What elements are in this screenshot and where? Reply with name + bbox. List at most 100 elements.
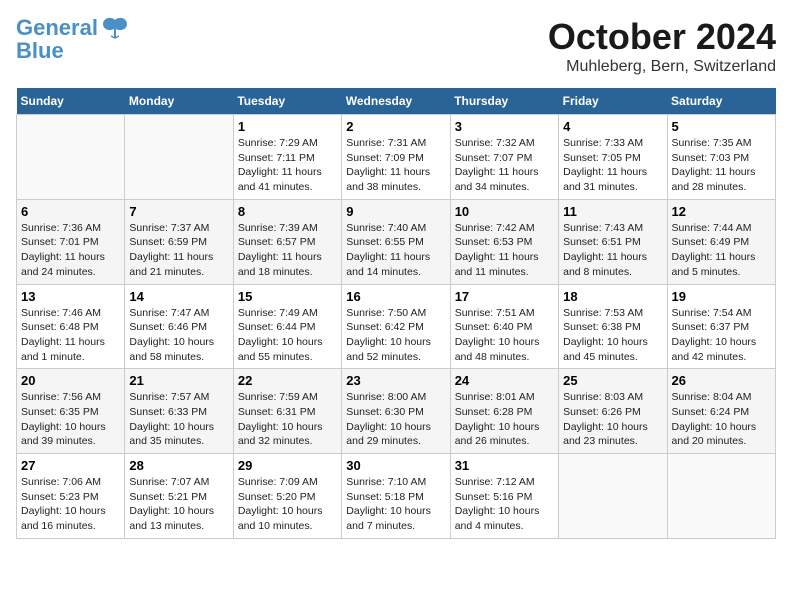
calendar-cell: 21 Sunrise: 7:57 AMSunset: 6:33 PMDayligh…: [125, 369, 233, 454]
calendar-cell: 3 Sunrise: 7:32 AMSunset: 7:07 PMDaylight…: [450, 115, 558, 200]
cell-info: Sunrise: 7:54 AMSunset: 6:37 PMDaylight:…: [672, 306, 771, 365]
cell-info: Sunrise: 7:06 AMSunset: 5:23 PMDaylight:…: [21, 475, 120, 534]
day-number: 10: [455, 204, 554, 219]
calendar-cell: 4 Sunrise: 7:33 AMSunset: 7:05 PMDaylight…: [559, 115, 667, 200]
cell-info: Sunrise: 7:56 AMSunset: 6:35 PMDaylight:…: [21, 390, 120, 449]
calendar-cell: 5 Sunrise: 7:35 AMSunset: 7:03 PMDaylight…: [667, 115, 775, 200]
day-number: 7: [129, 204, 228, 219]
cell-info: Sunrise: 7:31 AMSunset: 7:09 PMDaylight:…: [346, 136, 445, 195]
cell-info: Sunrise: 7:44 AMSunset: 6:49 PMDaylight:…: [672, 221, 771, 280]
calendar-cell: 25 Sunrise: 8:03 AMSunset: 6:26 PMDayligh…: [559, 369, 667, 454]
location: Muhleberg, Bern, Switzerland: [548, 58, 776, 76]
calendar-cell: 19 Sunrise: 7:54 AMSunset: 6:37 PMDayligh…: [667, 284, 775, 369]
logo-text: General: [16, 16, 98, 40]
day-number: 4: [563, 119, 662, 134]
day-number: 27: [21, 458, 120, 473]
day-number: 15: [238, 289, 337, 304]
cell-info: Sunrise: 7:33 AMSunset: 7:05 PMDaylight:…: [563, 136, 662, 195]
title-block: October 2024 Muhleberg, Bern, Switzerlan…: [548, 16, 776, 76]
day-number: 14: [129, 289, 228, 304]
week-row-3: 13 Sunrise: 7:46 AMSunset: 6:48 PMDayligh…: [17, 284, 776, 369]
week-row-2: 6Sunrise: 7:36 AMSunset: 7:01 PMDaylight…: [17, 199, 776, 284]
day-number: 13: [21, 289, 120, 304]
calendar-cell: 6Sunrise: 7:36 AMSunset: 7:01 PMDaylight…: [17, 199, 125, 284]
day-number: 23: [346, 373, 445, 388]
cell-info: Sunrise: 7:29 AMSunset: 7:11 PMDaylight:…: [238, 136, 337, 195]
day-number: 24: [455, 373, 554, 388]
cell-info: Sunrise: 7:40 AMSunset: 6:55 PMDaylight:…: [346, 221, 445, 280]
day-number: 30: [346, 458, 445, 473]
calendar-cell: 30Sunrise: 7:10 AMSunset: 5:18 PMDayligh…: [342, 454, 450, 539]
day-header-saturday: Saturday: [667, 88, 775, 115]
day-header-monday: Monday: [125, 88, 233, 115]
cell-info: Sunrise: 7:07 AMSunset: 5:21 PMDaylight:…: [129, 475, 228, 534]
cell-info: Sunrise: 7:47 AMSunset: 6:46 PMDaylight:…: [129, 306, 228, 365]
cell-info: Sunrise: 7:36 AMSunset: 7:01 PMDaylight:…: [21, 221, 120, 280]
day-header-wednesday: Wednesday: [342, 88, 450, 115]
day-number: 3: [455, 119, 554, 134]
cell-info: Sunrise: 7:09 AMSunset: 5:20 PMDaylight:…: [238, 475, 337, 534]
week-row-1: 1 Sunrise: 7:29 AMSunset: 7:11 PMDaylight…: [17, 115, 776, 200]
day-number: 8: [238, 204, 337, 219]
day-header-sunday: Sunday: [17, 88, 125, 115]
day-header-tuesday: Tuesday: [233, 88, 341, 115]
calendar-cell: 16Sunrise: 7:50 AMSunset: 6:42 PMDayligh…: [342, 284, 450, 369]
calendar-cell: 7 Sunrise: 7:37 AMSunset: 6:59 PMDaylight…: [125, 199, 233, 284]
calendar-cell: 27 Sunrise: 7:06 AMSunset: 5:23 PMDayligh…: [17, 454, 125, 539]
header-row: SundayMondayTuesdayWednesdayThursdayFrid…: [17, 88, 776, 115]
calendar-cell: 26Sunrise: 8:04 AMSunset: 6:24 PMDayligh…: [667, 369, 775, 454]
cell-info: Sunrise: 7:51 AMSunset: 6:40 PMDaylight:…: [455, 306, 554, 365]
cell-info: Sunrise: 7:50 AMSunset: 6:42 PMDaylight:…: [346, 306, 445, 365]
calendar-cell: 29 Sunrise: 7:09 AMSunset: 5:20 PMDayligh…: [233, 454, 341, 539]
logo-line2: Blue: [16, 40, 129, 62]
logo: General Blue: [16, 16, 129, 62]
cell-info: Sunrise: 7:42 AMSunset: 6:53 PMDaylight:…: [455, 221, 554, 280]
cell-info: Sunrise: 7:39 AMSunset: 6:57 PMDaylight:…: [238, 221, 337, 280]
cell-info: Sunrise: 7:57 AMSunset: 6:33 PMDaylight:…: [129, 390, 228, 449]
day-number: 28: [129, 458, 228, 473]
calendar-cell: 28 Sunrise: 7:07 AMSunset: 5:21 PMDayligh…: [125, 454, 233, 539]
calendar-table: SundayMondayTuesdayWednesdayThursdayFrid…: [16, 88, 776, 539]
month-title: October 2024: [548, 16, 776, 58]
day-number: 29: [238, 458, 337, 473]
cell-info: Sunrise: 8:03 AMSunset: 6:26 PMDaylight:…: [563, 390, 662, 449]
calendar-cell: 11 Sunrise: 7:43 AMSunset: 6:51 PMDayligh…: [559, 199, 667, 284]
calendar-cell: [559, 454, 667, 539]
cell-info: Sunrise: 7:53 AMSunset: 6:38 PMDaylight:…: [563, 306, 662, 365]
calendar-cell: 13 Sunrise: 7:46 AMSunset: 6:48 PMDayligh…: [17, 284, 125, 369]
cell-info: Sunrise: 7:43 AMSunset: 6:51 PMDaylight:…: [563, 221, 662, 280]
calendar-cell: 8 Sunrise: 7:39 AMSunset: 6:57 PMDaylight…: [233, 199, 341, 284]
calendar-cell: 24Sunrise: 8:01 AMSunset: 6:28 PMDayligh…: [450, 369, 558, 454]
calendar-cell: 9Sunrise: 7:40 AMSunset: 6:55 PMDaylight…: [342, 199, 450, 284]
logo-bird-icon: [101, 16, 129, 40]
cell-info: Sunrise: 7:32 AMSunset: 7:07 PMDaylight:…: [455, 136, 554, 195]
calendar-cell: 22Sunrise: 7:59 AMSunset: 6:31 PMDayligh…: [233, 369, 341, 454]
day-number: 17: [455, 289, 554, 304]
day-number: 18: [563, 289, 662, 304]
week-row-4: 20Sunrise: 7:56 AMSunset: 6:35 PMDayligh…: [17, 369, 776, 454]
cell-info: Sunrise: 8:00 AMSunset: 6:30 PMDaylight:…: [346, 390, 445, 449]
calendar-cell: 20Sunrise: 7:56 AMSunset: 6:35 PMDayligh…: [17, 369, 125, 454]
cell-info: Sunrise: 7:59 AMSunset: 6:31 PMDaylight:…: [238, 390, 337, 449]
day-number: 12: [672, 204, 771, 219]
day-number: 1: [238, 119, 337, 134]
day-number: 21: [129, 373, 228, 388]
day-number: 19: [672, 289, 771, 304]
day-number: 25: [563, 373, 662, 388]
calendar-cell: 23 Sunrise: 8:00 AMSunset: 6:30 PMDayligh…: [342, 369, 450, 454]
calendar-cell: 1 Sunrise: 7:29 AMSunset: 7:11 PMDaylight…: [233, 115, 341, 200]
day-number: 2: [346, 119, 445, 134]
day-number: 31: [455, 458, 554, 473]
cell-info: Sunrise: 7:37 AMSunset: 6:59 PMDaylight:…: [129, 221, 228, 280]
calendar-cell: [17, 115, 125, 200]
cell-info: Sunrise: 8:04 AMSunset: 6:24 PMDaylight:…: [672, 390, 771, 449]
calendar-cell: 31Sunrise: 7:12 AMSunset: 5:16 PMDayligh…: [450, 454, 558, 539]
calendar-cell: 17 Sunrise: 7:51 AMSunset: 6:40 PMDayligh…: [450, 284, 558, 369]
cell-info: Sunrise: 7:35 AMSunset: 7:03 PMDaylight:…: [672, 136, 771, 195]
day-number: 5: [672, 119, 771, 134]
calendar-cell: 15Sunrise: 7:49 AMSunset: 6:44 PMDayligh…: [233, 284, 341, 369]
cell-info: Sunrise: 7:46 AMSunset: 6:48 PMDaylight:…: [21, 306, 120, 365]
day-number: 11: [563, 204, 662, 219]
day-header-friday: Friday: [559, 88, 667, 115]
calendar-cell: 10 Sunrise: 7:42 AMSunset: 6:53 PMDayligh…: [450, 199, 558, 284]
